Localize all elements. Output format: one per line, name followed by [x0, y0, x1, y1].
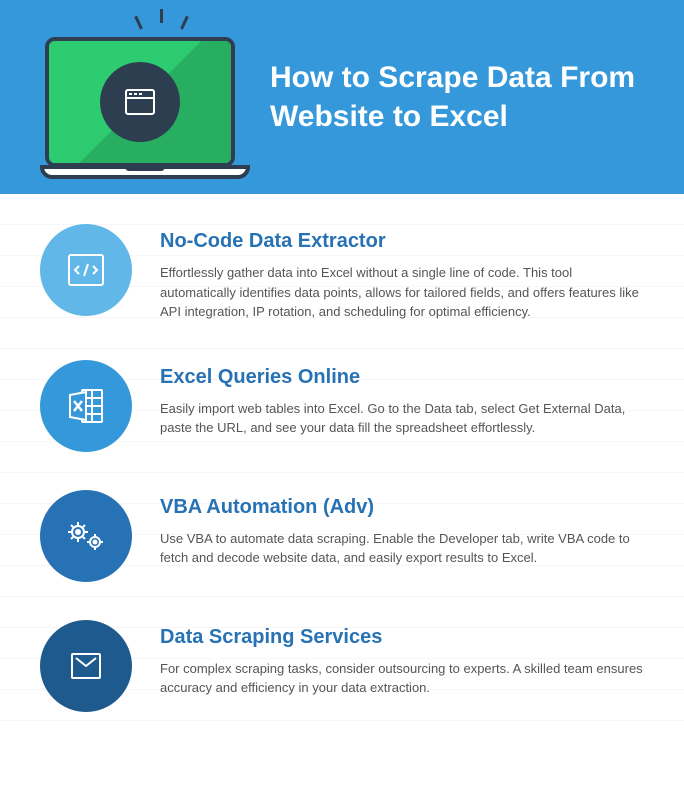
item-title: VBA Automation (Adv): [160, 496, 644, 519]
envelope-icon: [40, 620, 132, 712]
item-title: Data Scraping Services: [160, 626, 644, 649]
item-description: Easily import web tables into Excel. Go …: [160, 399, 644, 438]
page-title: How to Scrape Data From Website to Excel: [270, 58, 684, 136]
laptop-illustration: [40, 17, 240, 177]
item-title: No-Code Data Extractor: [160, 230, 644, 253]
code-icon: [40, 224, 132, 316]
item-title: Excel Queries Online: [160, 366, 644, 389]
item-description: For complex scraping tasks, consider out…: [160, 659, 644, 698]
content-list: No-Code Data Extractor Effortlessly gath…: [0, 194, 684, 732]
browser-window-icon: [100, 62, 180, 142]
excel-icon: [40, 360, 132, 452]
list-item: Data Scraping Services For complex scrap…: [40, 620, 644, 712]
gears-icon: [40, 490, 132, 582]
list-item: VBA Automation (Adv) Use VBA to automate…: [40, 490, 644, 582]
header: How to Scrape Data From Website to Excel: [0, 0, 684, 194]
list-item: Excel Queries Online Easily import web t…: [40, 360, 644, 452]
item-description: Effortlessly gather data into Excel with…: [160, 263, 644, 322]
item-description: Use VBA to automate data scraping. Enabl…: [160, 529, 644, 568]
list-item: No-Code Data Extractor Effortlessly gath…: [40, 224, 644, 322]
